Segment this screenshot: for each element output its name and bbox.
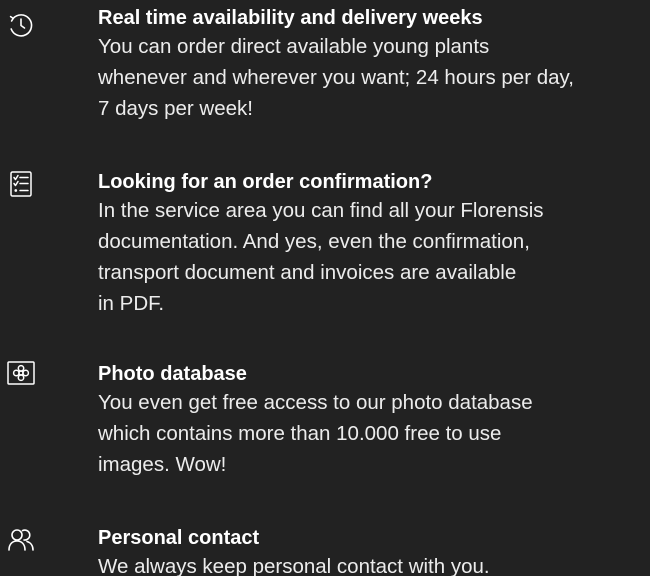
feature-description: You even get free access to our photo da… bbox=[98, 391, 533, 476]
people-icon bbox=[6, 525, 36, 555]
feature-description: In the service area you can find all you… bbox=[98, 199, 544, 315]
clock-history-icon bbox=[6, 10, 36, 40]
feature-title: Real time availability and delivery week… bbox=[98, 7, 483, 29]
checklist-icon bbox=[6, 169, 36, 199]
feature-description: You can order direct available young pla… bbox=[98, 35, 574, 120]
feature-title: Looking for an order confirmation? bbox=[98, 171, 433, 193]
feature-title: Personal contact bbox=[98, 527, 260, 549]
feature-title: Photo database bbox=[98, 363, 247, 385]
flower-photo-icon bbox=[6, 358, 36, 388]
feature-description: We always keep personal contact with you… bbox=[98, 555, 490, 576]
